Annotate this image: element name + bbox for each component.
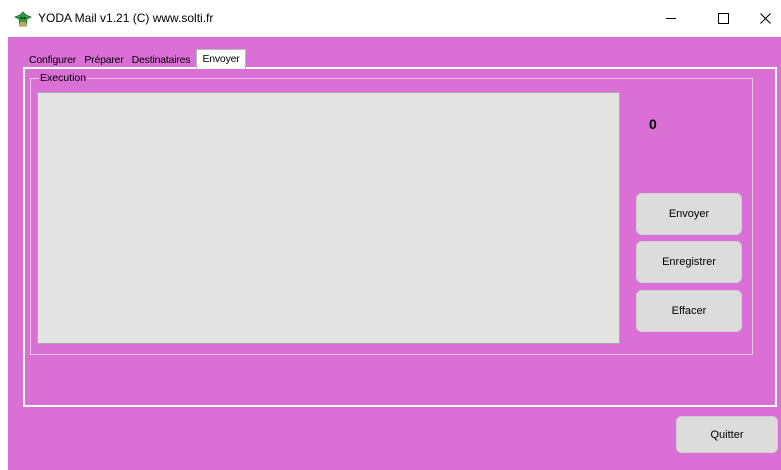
- close-button[interactable]: [744, 0, 781, 37]
- maximize-icon: [717, 13, 729, 24]
- window-title: YODA Mail v1.21 (C) www.solti.fr: [38, 11, 214, 25]
- execution-group-label: Execution: [39, 72, 88, 84]
- send-button[interactable]: Envoyer: [636, 193, 742, 235]
- tab-configurer[interactable]: Configurer: [26, 52, 79, 68]
- app-window: YODA Mail v1.21 (C) www.solti.fr Configu…: [8, 0, 781, 470]
- execution-log[interactable]: [37, 92, 620, 344]
- minimize-button[interactable]: [650, 0, 692, 37]
- quit-button[interactable]: Quitter: [676, 416, 778, 453]
- sent-counter: 0: [649, 116, 657, 132]
- clear-button[interactable]: Effacer: [636, 290, 742, 332]
- tab-destinataires[interactable]: Destinataires: [129, 52, 193, 68]
- close-icon: [759, 13, 771, 24]
- save-button[interactable]: Enregistrer: [636, 241, 742, 283]
- minimize-icon: [666, 18, 676, 19]
- title-bar: YODA Mail v1.21 (C) www.solti.fr: [8, 0, 781, 37]
- tab-envoyer[interactable]: Envoyer: [196, 49, 246, 69]
- yoda-app-icon: [14, 11, 32, 27]
- envoyer-panel: Execution 0 Envoyer Enregistrer Effacer: [23, 67, 777, 407]
- tab-preparer[interactable]: Préparer: [83, 52, 125, 68]
- maximize-button[interactable]: [702, 0, 744, 37]
